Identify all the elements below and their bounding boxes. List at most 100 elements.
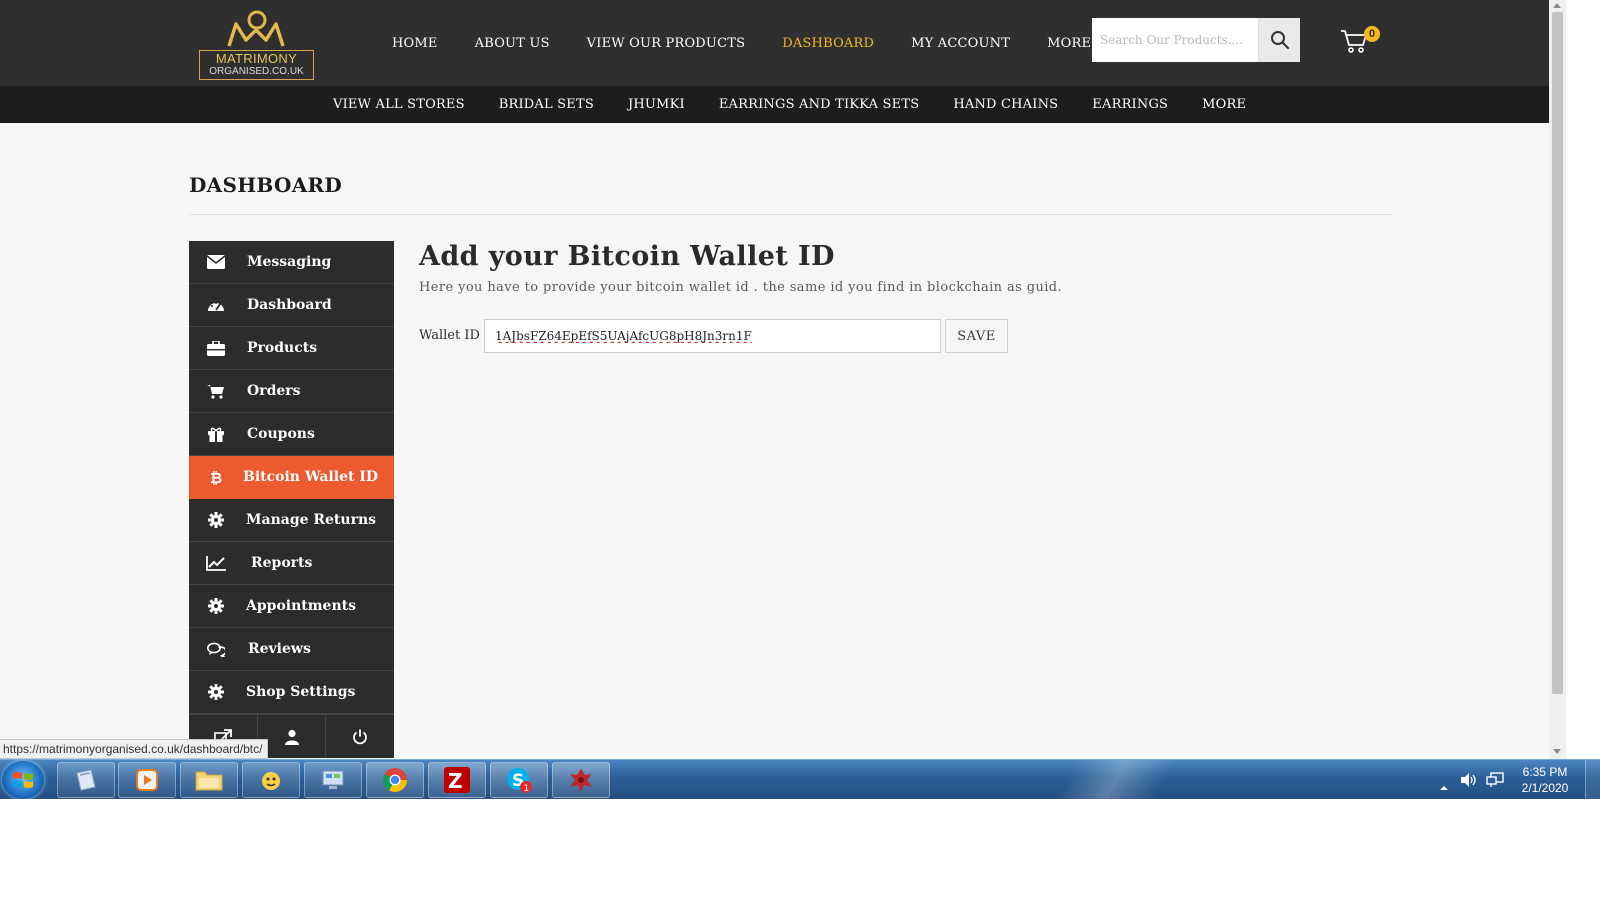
category-earrings[interactable]: EARRINGS	[1092, 97, 1168, 112]
sidebar-item-dashboard[interactable]: Dashboard	[189, 284, 394, 327]
sidebar-item-bitcoin-wallet-id[interactable]: ₿ Bitcoin Wallet ID	[189, 456, 394, 499]
sidebar-label-reviews: Reviews	[248, 641, 311, 657]
show-desktop-button[interactable]	[1585, 760, 1600, 799]
sidebar-label-reports: Reports	[251, 555, 313, 571]
category-earrings-and-tikka-sets[interactable]: EARRINGS AND TIKKA SETS	[719, 97, 920, 112]
cart-button[interactable]: 0	[1340, 26, 1380, 58]
site-header: MATRIMONY ORGANISED.CO.UK HOME ABOUT US …	[0, 0, 1549, 86]
search-box	[1092, 18, 1300, 62]
chrome-icon	[382, 768, 407, 793]
cart-icon	[206, 382, 226, 400]
volume-icon[interactable]	[1460, 772, 1478, 792]
search-input[interactable]	[1092, 18, 1257, 62]
nav-view-our-products[interactable]: VIEW OUR PRODUCTS	[587, 36, 746, 51]
sidebar-label-bitcoin-wallet-id: Bitcoin Wallet ID	[243, 469, 379, 485]
taskbar-file-explorer[interactable]	[180, 762, 238, 798]
windows-logo-icon	[13, 772, 33, 788]
taskbar-clock[interactable]: 6:35 PM 2/1/2020	[1510, 764, 1580, 796]
sidebar-label-coupons: Coupons	[247, 426, 315, 442]
app-icon	[570, 769, 592, 792]
start-button[interactable]	[2, 761, 44, 799]
wallet-form: Wallet ID SAVE	[419, 319, 1019, 355]
sidebar-label-messaging: Messaging	[247, 254, 332, 270]
envelope-icon	[206, 253, 226, 271]
category-bridal-sets[interactable]: BRIDAL SETS	[499, 97, 594, 112]
nav-my-account[interactable]: MY ACCOUNT	[911, 36, 1010, 51]
svg-text:₿: ₿	[210, 469, 222, 486]
logo-wordmark: MATRIMONY ORGANISED.CO.UK	[199, 50, 314, 80]
sidebar-item-reviews[interactable]: Reviews	[189, 628, 394, 671]
sidebar-item-messaging[interactable]: Messaging	[189, 241, 394, 284]
windows-explorer-icon	[76, 769, 96, 791]
gear-icon	[206, 597, 226, 615]
logo-line-2: ORGANISED.CO.UK	[209, 66, 304, 77]
filezilla-icon: Z	[444, 767, 470, 793]
scrollbar-thumb[interactable]	[1552, 12, 1563, 694]
nav-dashboard[interactable]: DASHBOARD	[782, 36, 874, 51]
folder-icon	[195, 771, 223, 791]
sidebar-item-manage-returns[interactable]: Manage Returns	[189, 499, 394, 542]
gift-icon	[206, 425, 226, 443]
taskbar-skype[interactable]: S1	[490, 762, 548, 798]
taskbar-control-panel[interactable]	[304, 762, 362, 798]
wallet-heading: Add your Bitcoin Wallet ID	[419, 241, 835, 272]
taskbar-chrome[interactable]	[366, 762, 424, 798]
clock-date: 2/1/2020	[1521, 781, 1569, 795]
power-icon	[353, 729, 368, 744]
wallet-id-input[interactable]	[484, 319, 941, 353]
category-nav: VIEW ALL STORES BRIDAL SETS JHUMKI EARRI…	[316, 86, 1263, 123]
bitcoin-icon: ₿	[206, 468, 226, 486]
wallet-panel: Add your Bitcoin Wallet ID Here you have…	[419, 241, 1062, 353]
skype-icon: S1	[507, 768, 532, 794]
scroll-down-icon[interactable]	[1553, 749, 1561, 754]
sidebar-label-shop-settings: Shop Settings	[246, 684, 356, 700]
control-panel-icon	[322, 770, 344, 789]
sidebar-label-products: Products	[247, 340, 318, 356]
nav-about-us[interactable]: ABOUT US	[475, 36, 550, 51]
logo-line-1: MATRIMONY	[215, 51, 298, 66]
search-button[interactable]	[1258, 18, 1300, 62]
title-divider	[189, 214, 1393, 215]
tray-expand-icon[interactable]	[1439, 776, 1449, 795]
sidebar-item-products[interactable]: Products	[189, 327, 394, 370]
page-scrollbar[interactable]	[1549, 0, 1566, 759]
save-button[interactable]: SAVE	[945, 319, 1008, 353]
messenger-icon	[262, 772, 280, 790]
gear-icon	[206, 511, 226, 529]
taskbar-filezilla[interactable]: Z	[428, 762, 486, 798]
briefcase-icon	[206, 339, 226, 357]
windows-taskbar: Z S1 6:35 PM 2/1/2020	[0, 759, 1600, 799]
category-hand-chains[interactable]: HAND CHAINS	[953, 97, 1058, 112]
sidebar-item-appointments[interactable]: Appointments	[189, 585, 394, 628]
category-more[interactable]: MORE	[1202, 97, 1246, 112]
sidebar-item-shop-settings[interactable]: Shop Settings	[189, 671, 394, 714]
media-player-icon	[136, 769, 158, 791]
sidebar-item-reports[interactable]: Reports	[189, 542, 394, 585]
cart-count-badge: 0	[1364, 26, 1380, 42]
category-jhumki[interactable]: JHUMKI	[628, 97, 685, 112]
sidebar-label-dashboard: Dashboard	[247, 297, 332, 313]
site-logo[interactable]: MATRIMONY ORGANISED.CO.UK	[199, 6, 314, 80]
network-icon[interactable]	[1486, 772, 1504, 792]
sidebar-item-orders[interactable]: Orders	[189, 370, 394, 413]
scroll-up-icon[interactable]	[1553, 3, 1561, 8]
taskbar-app[interactable]	[552, 762, 610, 798]
dashboard-content: DASHBOARD Messaging Dashboard Products O…	[0, 123, 1549, 759]
nav-more[interactable]: MORE	[1047, 36, 1091, 51]
gear-icon	[206, 683, 226, 701]
nav-home[interactable]: HOME	[392, 36, 438, 51]
comments-icon	[206, 640, 226, 658]
sidebar-item-coupons[interactable]: Coupons	[189, 413, 394, 456]
sidebar-label-appointments: Appointments	[246, 598, 356, 614]
logout-button[interactable]	[326, 715, 394, 758]
dashboard-gauge-icon	[206, 296, 226, 314]
page-title: DASHBOARD	[189, 173, 343, 197]
taskbar-messenger[interactable]	[242, 762, 300, 798]
dashboard-sidebar: Messaging Dashboard Products Orders Coup…	[189, 241, 394, 758]
category-view-all-stores[interactable]: VIEW ALL STORES	[333, 97, 465, 112]
wallet-id-label: Wallet ID	[419, 328, 480, 343]
taskbar-windows-explorer[interactable]	[57, 762, 115, 798]
clock-time: 6:35 PM	[1522, 765, 1568, 779]
skype-badge-count: 1	[524, 784, 530, 794]
taskbar-media-player[interactable]	[118, 762, 176, 798]
